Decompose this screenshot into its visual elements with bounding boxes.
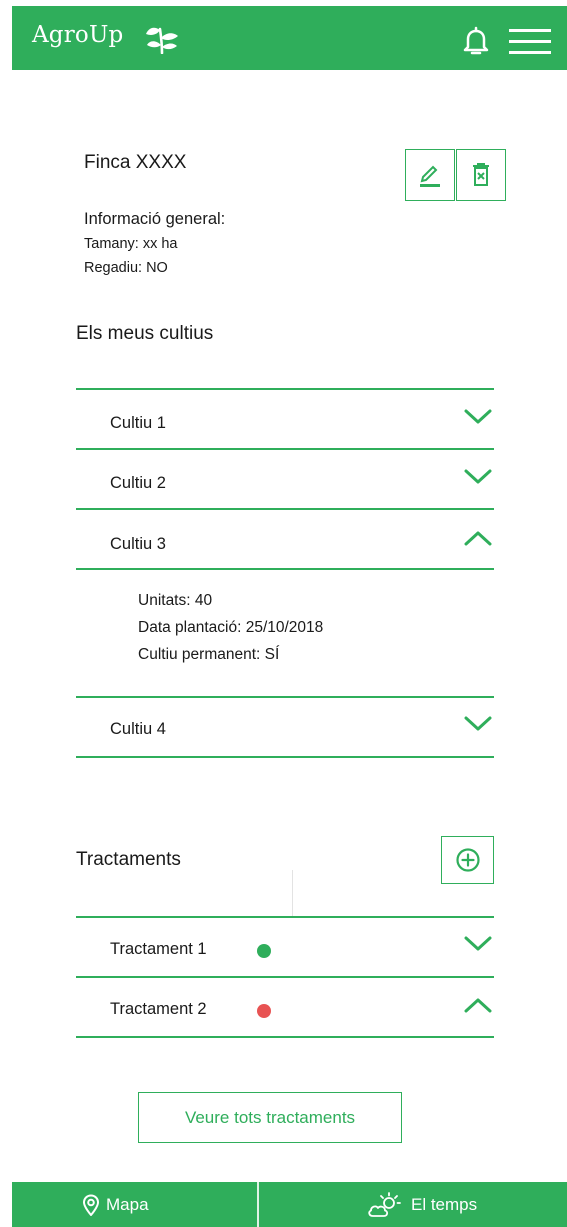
menu-icon[interactable] bbox=[509, 28, 551, 56]
treatment-label: Tractament 2 bbox=[110, 1000, 207, 1018]
divider bbox=[76, 448, 494, 450]
crop-label: Cultiu 1 bbox=[110, 414, 166, 432]
divider bbox=[292, 870, 293, 916]
crop-label: Cultiu 3 bbox=[110, 535, 166, 553]
weather-tab-label: El temps bbox=[411, 1194, 478, 1214]
chevron-down-icon[interactable] bbox=[463, 935, 493, 953]
location-pin-icon bbox=[82, 1193, 100, 1216]
chevron-up-icon[interactable] bbox=[463, 529, 493, 547]
edit-icon bbox=[420, 165, 440, 187]
chevron-up-icon[interactable] bbox=[463, 996, 493, 1014]
farm-size: Tamany: xx ha bbox=[84, 236, 178, 252]
divider bbox=[76, 508, 494, 510]
partly-cloudy-icon bbox=[368, 1191, 401, 1217]
edit-farm-button[interactable] bbox=[405, 149, 455, 201]
weather-tab[interactable]: El temps bbox=[367, 1182, 477, 1227]
leaf-icon bbox=[146, 27, 178, 54]
map-tab[interactable]: Mapa bbox=[82, 1182, 149, 1227]
divider bbox=[76, 388, 494, 390]
farm-irrigation: Regadiu: NO bbox=[84, 260, 168, 276]
general-info-heading: Informació general: bbox=[84, 210, 226, 228]
crops-section-title: Els meus cultius bbox=[76, 323, 214, 344]
bottom-nav: Mapa El temps bbox=[12, 1182, 567, 1227]
map-tab-label: Mapa bbox=[106, 1194, 149, 1214]
chevron-down-icon[interactable] bbox=[463, 715, 493, 733]
chevron-down-icon[interactable] bbox=[463, 468, 493, 486]
app-logo-text[interactable]: AgroUp bbox=[32, 22, 123, 48]
crop-label: Cultiu 4 bbox=[110, 720, 166, 738]
farm-title: Finca XXXX bbox=[84, 152, 187, 173]
divider bbox=[257, 1182, 259, 1227]
treatments-section-title: Tractaments bbox=[76, 849, 181, 870]
crop-units: Unitats: 40 bbox=[138, 592, 213, 609]
view-all-treatments-button[interactable]: Veure tots tractaments bbox=[138, 1092, 402, 1143]
top-bar: AgroUp bbox=[12, 6, 567, 70]
crop-label: Cultiu 2 bbox=[110, 474, 166, 492]
divider bbox=[76, 916, 494, 918]
divider bbox=[76, 1036, 494, 1038]
treatment-label: Tractament 1 bbox=[110, 940, 207, 958]
status-dot-ok bbox=[257, 944, 271, 958]
chevron-down-icon[interactable] bbox=[463, 408, 493, 426]
crop-planting-date: Data plantació: 25/10/2018 bbox=[138, 619, 324, 636]
bell-icon[interactable] bbox=[463, 26, 489, 56]
divider bbox=[76, 756, 494, 758]
divider bbox=[76, 568, 494, 570]
delete-farm-button[interactable] bbox=[456, 149, 506, 201]
plus-circle-icon bbox=[455, 848, 480, 872]
crop-permanent: Cultiu permanent: SÍ bbox=[138, 646, 280, 663]
divider bbox=[76, 696, 494, 698]
status-dot-alert bbox=[257, 1004, 271, 1018]
delete-icon bbox=[473, 163, 489, 186]
add-treatment-button[interactable] bbox=[441, 836, 494, 884]
divider bbox=[76, 976, 494, 978]
